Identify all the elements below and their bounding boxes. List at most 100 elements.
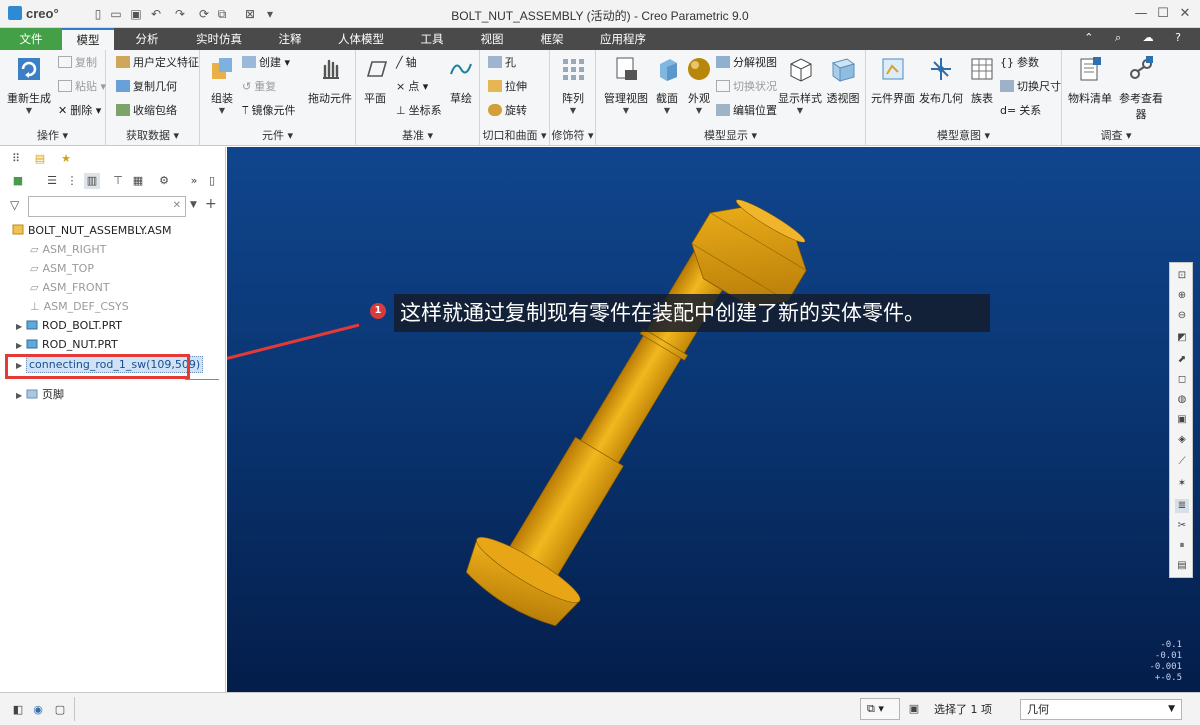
bom-button[interactable]: 物料清单: [1066, 54, 1114, 106]
tree-item-part[interactable]: ▶ ROD_BOLT.PRT: [16, 317, 122, 335]
tab-file[interactable]: 文件: [0, 28, 62, 50]
sketch-button[interactable]: 草绘: [444, 54, 478, 106]
group-label[interactable]: 获取数据 ▾: [106, 127, 199, 143]
paste-button[interactable]: 粘贴 ▾: [58, 78, 106, 96]
perspective-icon[interactable]: ◈: [1175, 433, 1189, 447]
pattern-button[interactable]: 阵列 ▼: [556, 54, 590, 115]
hole-button[interactable]: 孔: [488, 54, 516, 72]
clear-icon[interactable]: ✕: [173, 200, 181, 211]
tree-item-datum-plane[interactable]: ▱ ASM_FRONT: [30, 279, 110, 297]
group-label[interactable]: 修饰符 ▾: [550, 127, 595, 143]
drag-components-button[interactable]: 拖动元件: [306, 54, 354, 106]
annotation-display-icon[interactable]: ≣: [1175, 499, 1189, 513]
graphics-viewport[interactable]: [227, 147, 1200, 692]
model-tree-tab-icon[interactable]: ⠿: [8, 151, 24, 167]
mirror-component-button[interactable]: ⟙ 镜像元件: [242, 102, 296, 120]
settings-gear-icon[interactable]: ⚙: [156, 173, 172, 189]
component-interface-button[interactable]: 元件界面: [870, 54, 916, 106]
group-label[interactable]: 元件 ▾: [200, 127, 355, 143]
minimize-button[interactable]: —: [1130, 5, 1152, 23]
tab-annotate[interactable]: 注释: [268, 28, 312, 50]
view-manager-icon[interactable]: ▣: [1175, 413, 1189, 427]
datum-display-icon[interactable]: ⟋: [1175, 455, 1189, 469]
tree-item-csys[interactable]: ⊥ ASM_DEF_CSYS: [30, 298, 129, 316]
tree-list-icon[interactable]: ☰: [44, 173, 60, 189]
close-button[interactable]: ✕: [1174, 5, 1196, 23]
browser-icon[interactable]: ◉: [30, 702, 46, 718]
tree-item-part[interactable]: ▶ ROD_NUT.PRT: [16, 336, 118, 354]
more-icon[interactable]: »: [186, 173, 202, 189]
saved-orientations-icon[interactable]: ◍: [1175, 393, 1189, 407]
folder-browser-tab-icon[interactable]: ▤: [32, 151, 48, 167]
annotations-icon[interactable]: ▤: [1175, 559, 1189, 573]
udf-button[interactable]: 用户定义特征: [116, 54, 199, 72]
toggle-status-button[interactable]: 切换状况: [716, 78, 777, 96]
tree-item-datum-plane[interactable]: ▱ ASM_TOP: [30, 260, 94, 278]
tab-view[interactable]: 视图: [472, 28, 512, 50]
tree-expand-icon[interactable]: ⋮: [64, 173, 80, 189]
parameters-button[interactable]: {} 参数: [1000, 54, 1039, 72]
copy-button[interactable]: 复制: [58, 54, 97, 72]
tree-layout-icon[interactable]: ▥: [84, 173, 100, 189]
view-normal-icon[interactable]: ⬈: [1175, 353, 1189, 367]
search-dropdown-icon[interactable]: ▼: [190, 200, 197, 210]
explode-view-button[interactable]: 分解视图: [716, 54, 777, 72]
show-navigator-icon[interactable]: ◧: [10, 702, 26, 718]
tab-model[interactable]: 模型: [62, 28, 114, 50]
group-label[interactable]: 模型显示 ▾: [596, 127, 865, 143]
assemble-button[interactable]: 组装 ▼: [204, 54, 240, 115]
axis-button[interactable]: ╱ 轴: [396, 54, 417, 72]
regenerate-button[interactable]: 重新生成 ▼: [6, 54, 52, 115]
ribbon-utility-icons[interactable]: ⌃ ⌕ ☁ ?: [1084, 31, 1190, 45]
tree-filter-icon[interactable]: ⊤: [110, 173, 126, 189]
tree-item-datum-plane[interactable]: ▱ ASM_RIGHT: [30, 241, 106, 259]
group-label[interactable]: 基准 ▾: [356, 127, 479, 143]
tab-manikin[interactable]: 人体模型: [330, 28, 392, 50]
plane-button[interactable]: 平面: [360, 54, 390, 106]
spin-center-icon[interactable]: ✂: [1175, 519, 1189, 533]
tab-applications[interactable]: 应用程序: [592, 28, 654, 50]
family-table-button[interactable]: 族表: [966, 54, 998, 106]
bolt-nut-model[interactable]: [227, 147, 1200, 692]
repaint-icon[interactable]: ◩: [1175, 331, 1189, 345]
section-button[interactable]: 截面 ▼: [652, 54, 682, 115]
find-binoculars-button[interactable]: ⧉ ▾: [860, 698, 900, 720]
group-label[interactable]: 操作 ▾: [0, 127, 105, 143]
tab-live-sim[interactable]: 实时仿真: [188, 28, 250, 50]
reference-viewer-button[interactable]: 参考查看器: [1116, 54, 1166, 122]
perspective-button[interactable]: 透视图: [824, 54, 862, 106]
tree-item-footer[interactable]: ▶ 页脚: [16, 386, 64, 404]
repeat-button[interactable]: ↺ 重复: [242, 78, 276, 96]
edit-position-button[interactable]: 编辑位置: [716, 102, 777, 120]
add-filter-icon[interactable]: +: [205, 196, 217, 212]
appearance-button[interactable]: 外观 ▼: [684, 54, 714, 115]
relations-button[interactable]: d= 关系: [1000, 102, 1041, 120]
tree-root[interactable]: BOLT_NUT_ASSEMBLY.ASM: [12, 222, 171, 240]
display-style-icon[interactable]: ◻: [1175, 373, 1189, 387]
group-label[interactable]: 调查 ▾: [1062, 127, 1170, 143]
model-tree-icon[interactable]: ■: [10, 173, 26, 189]
refit-icon[interactable]: ⊡: [1175, 269, 1189, 283]
zoom-out-icon[interactable]: ⊖: [1175, 309, 1189, 323]
delete-button[interactable]: ✕ 删除 ▾: [58, 102, 101, 120]
revolve-button[interactable]: 旋转: [488, 102, 527, 120]
fullscreen-icon[interactable]: ▢: [52, 702, 68, 718]
document-icon[interactable]: ▯: [204, 173, 220, 189]
tab-framework[interactable]: 框架: [532, 28, 572, 50]
extrude-button[interactable]: 拉伸: [488, 78, 527, 96]
copy-geometry-button[interactable]: 复制几何: [116, 78, 177, 96]
display-style-button[interactable]: 显示样式 ▼: [778, 54, 822, 115]
maximize-button[interactable]: ☐: [1152, 5, 1174, 23]
pause-icon[interactable]: ⏸: [1175, 539, 1189, 553]
point-button[interactable]: × 点 ▾: [396, 78, 428, 96]
tab-analysis[interactable]: 分析: [124, 28, 170, 50]
favorites-tab-icon[interactable]: ★: [58, 151, 74, 167]
tree-columns-icon[interactable]: ▦: [130, 173, 146, 189]
csys-button[interactable]: ⊥ 坐标系: [396, 102, 442, 120]
tab-tools[interactable]: 工具: [412, 28, 452, 50]
manage-views-button[interactable]: 管理视图 ▼: [602, 54, 650, 115]
shrinkwrap-button[interactable]: 收缩包络: [116, 102, 177, 120]
publish-geometry-button[interactable]: 发布几何: [918, 54, 964, 106]
switch-dimensions-button[interactable]: 切换尺寸: [1000, 78, 1061, 96]
points-display-icon[interactable]: ✶: [1175, 477, 1189, 491]
